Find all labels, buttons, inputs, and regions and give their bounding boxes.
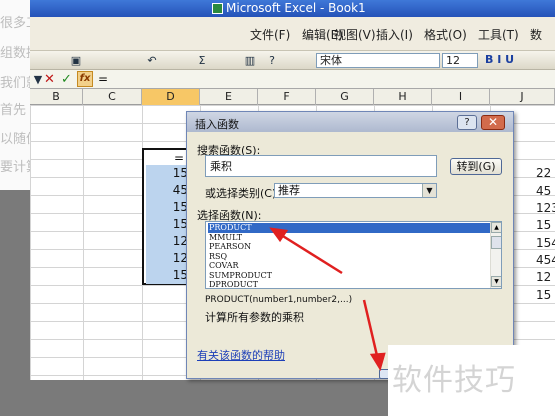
arrow-to-product — [269, 227, 343, 275]
arrow-to-ok — [362, 299, 386, 372]
watermark-text: 软件技巧 — [392, 363, 516, 398]
